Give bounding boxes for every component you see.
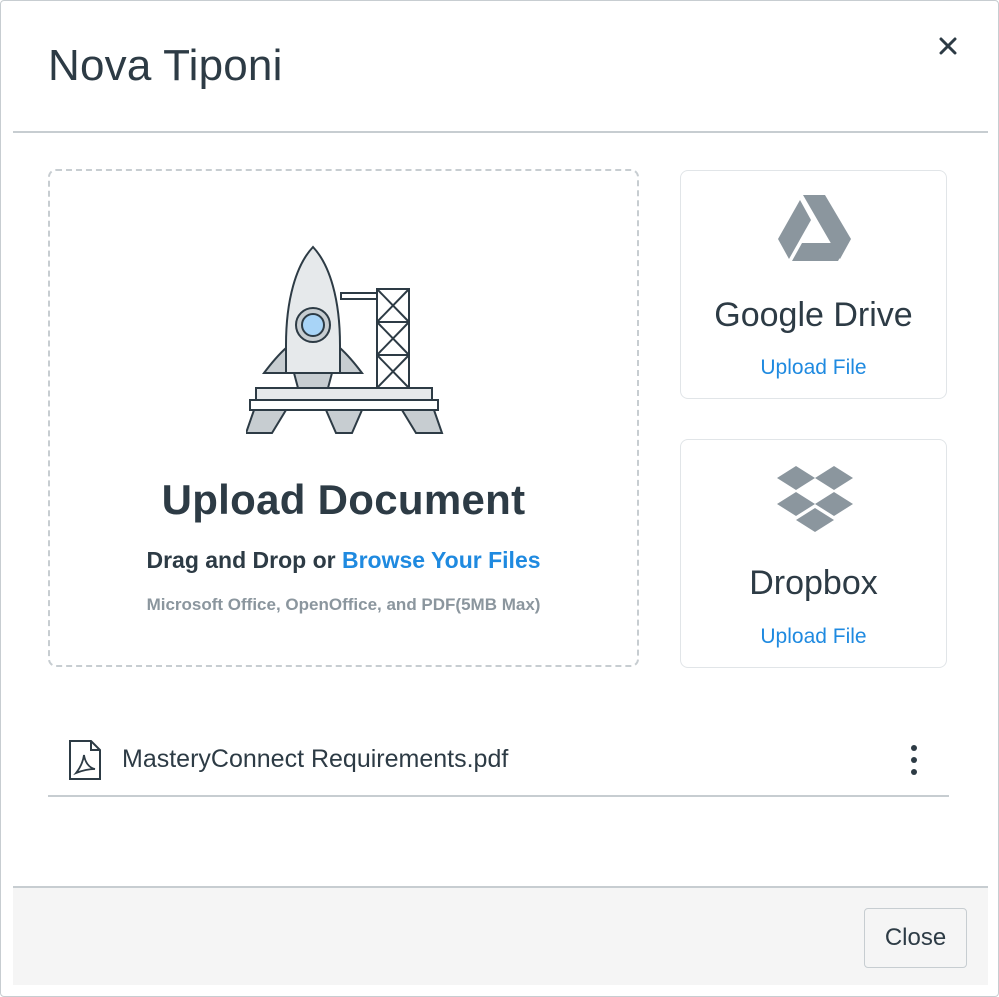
modal-title: Nova Tiponi xyxy=(48,41,283,90)
rocket-launch-icon xyxy=(246,245,444,434)
kebab-dot xyxy=(911,769,917,775)
dropbox-label: Dropbox xyxy=(749,564,878,602)
google-drive-label: Google Drive xyxy=(714,296,913,334)
drag-drop-text: Drag and Drop or xyxy=(146,547,342,573)
modal-footer: Close xyxy=(13,886,988,985)
kebab-dot xyxy=(911,757,917,763)
file-name: MasteryConnect Requirements.pdf xyxy=(122,745,509,773)
browse-files-link[interactable]: Browse Your Files xyxy=(342,547,541,573)
close-icon[interactable] xyxy=(934,30,962,62)
drag-drop-line: Drag and Drop or Browse Your Files xyxy=(50,547,637,574)
google-drive-icon xyxy=(778,195,851,261)
google-drive-upload-link[interactable]: Upload File xyxy=(681,356,946,380)
dropbox-card[interactable]: Dropbox Upload File xyxy=(680,439,947,668)
modal-header: Nova Tiponi xyxy=(13,1,988,133)
supported-formats-text: Microsoft Office, OpenOffice, and PDF(5M… xyxy=(146,595,541,614)
google-drive-card[interactable]: Google Drive Upload File xyxy=(680,170,947,399)
upload-dropzone[interactable]: Upload Document Drag and Drop or Browse … xyxy=(48,169,639,667)
more-options-icon[interactable] xyxy=(900,741,928,779)
dropbox-upload-link[interactable]: Upload File xyxy=(681,625,946,649)
file-list-item: MasteryConnect Requirements.pdf xyxy=(48,723,949,797)
pdf-file-icon xyxy=(69,740,101,780)
close-button[interactable]: Close xyxy=(864,908,967,968)
upload-heading: Upload Document xyxy=(161,476,526,523)
kebab-dot xyxy=(911,745,917,751)
dropbox-icon xyxy=(777,466,853,532)
close-x-glyph xyxy=(939,37,957,55)
upload-modal: Nova Tiponi Upload Document Drag and Dro… xyxy=(0,0,999,997)
